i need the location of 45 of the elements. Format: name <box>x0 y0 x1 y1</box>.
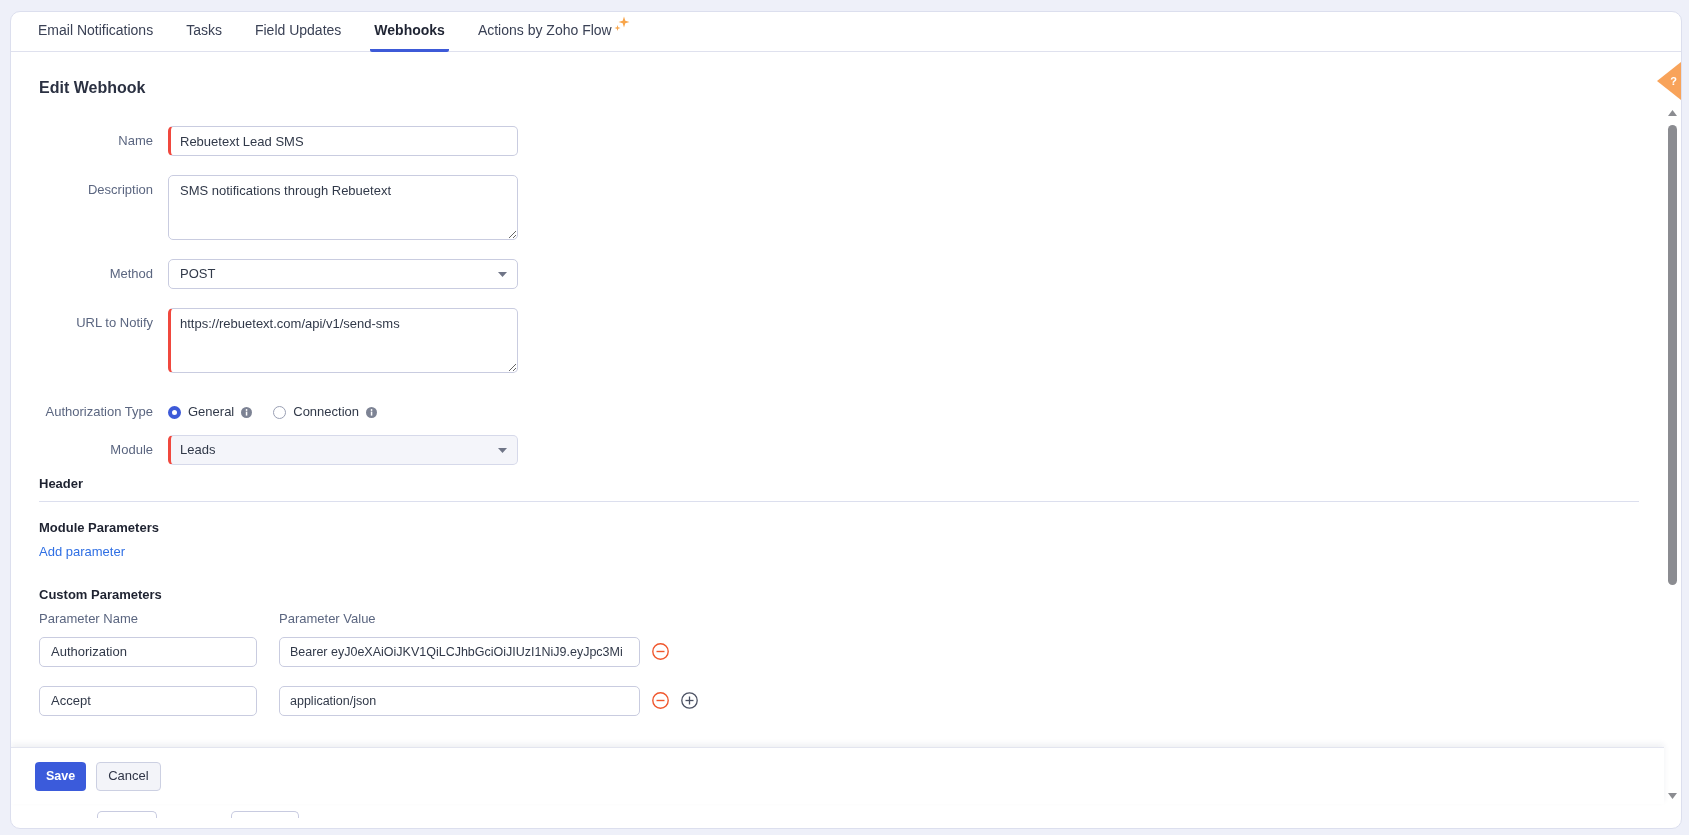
tab[interactable]: Actions by Zoho Flow <box>473 12 634 52</box>
column-label: Parameter Value <box>279 609 377 628</box>
tab[interactable]: Webhooks <box>370 12 449 52</box>
input-field[interactable]: Bearer eyJ0eXAiOiJKV1QiLCJhbGciOiJIUzI1NiJ9.eyJpc3Mi <box>279 636 640 667</box>
add-icon[interactable] <box>681 692 698 709</box>
input-field[interactable] <box>97 811 157 818</box>
radio-label[interactable]: Connection <box>293 402 360 422</box>
input-field[interactable]: Rebuetext Lead SMS <box>168 126 518 156</box>
radio-button[interactable] <box>168 405 181 419</box>
column-label: Parameter Name <box>39 609 139 628</box>
section-heading: Module Parameters <box>39 519 160 537</box>
field-label: URL to Notify <box>75 314 153 331</box>
remove-icon[interactable] <box>652 692 669 709</box>
scrollbar-thumb[interactable] <box>1668 125 1677 585</box>
scroll-up-icon[interactable] <box>1668 110 1677 116</box>
field-label: Name <box>117 132 153 149</box>
radio-label[interactable]: General <box>188 402 235 422</box>
cancel-button[interactable]: Cancel <box>96 761 161 791</box>
radio-button[interactable] <box>273 405 287 419</box>
tab[interactable]: Tasks <box>182 12 226 52</box>
field-label: Module <box>109 441 153 458</box>
field-label: Description <box>86 181 153 198</box>
caret-icon <box>498 271 507 277</box>
sparkle-icon <box>613 16 630 32</box>
textarea-field[interactable]: SMS notifications through Rebuetext <box>168 175 518 240</box>
section-heading: Custom Parameters <box>39 585 163 604</box>
input-field[interactable]: application/json <box>279 685 640 716</box>
field-label: Authorization Type <box>44 403 153 420</box>
section-heading: Header <box>39 475 85 493</box>
scroll-down-icon[interactable] <box>1668 793 1677 799</box>
tab[interactable]: Email Notifications <box>34 12 158 52</box>
info-icon[interactable] <box>241 406 253 418</box>
dropdown-field[interactable]: POST <box>168 259 518 289</box>
input-field[interactable]: Authorization <box>39 636 257 667</box>
save-button[interactable]: Save <box>35 761 87 791</box>
form-title: Edit Webhook <box>39 78 147 98</box>
input-field[interactable]: Accept <box>39 685 257 716</box>
caret-icon <box>498 447 507 453</box>
info-icon[interactable] <box>366 406 378 418</box>
field-label: Method <box>108 265 153 282</box>
input-field[interactable] <box>231 811 299 818</box>
textarea-field[interactable]: https://rebuetext.com/api/v1/send-sms <box>168 308 518 373</box>
remove-icon[interactable] <box>652 643 669 660</box>
tab[interactable]: Field Updates <box>250 12 346 52</box>
add-parameter-link[interactable]: Add parameter <box>39 544 125 560</box>
